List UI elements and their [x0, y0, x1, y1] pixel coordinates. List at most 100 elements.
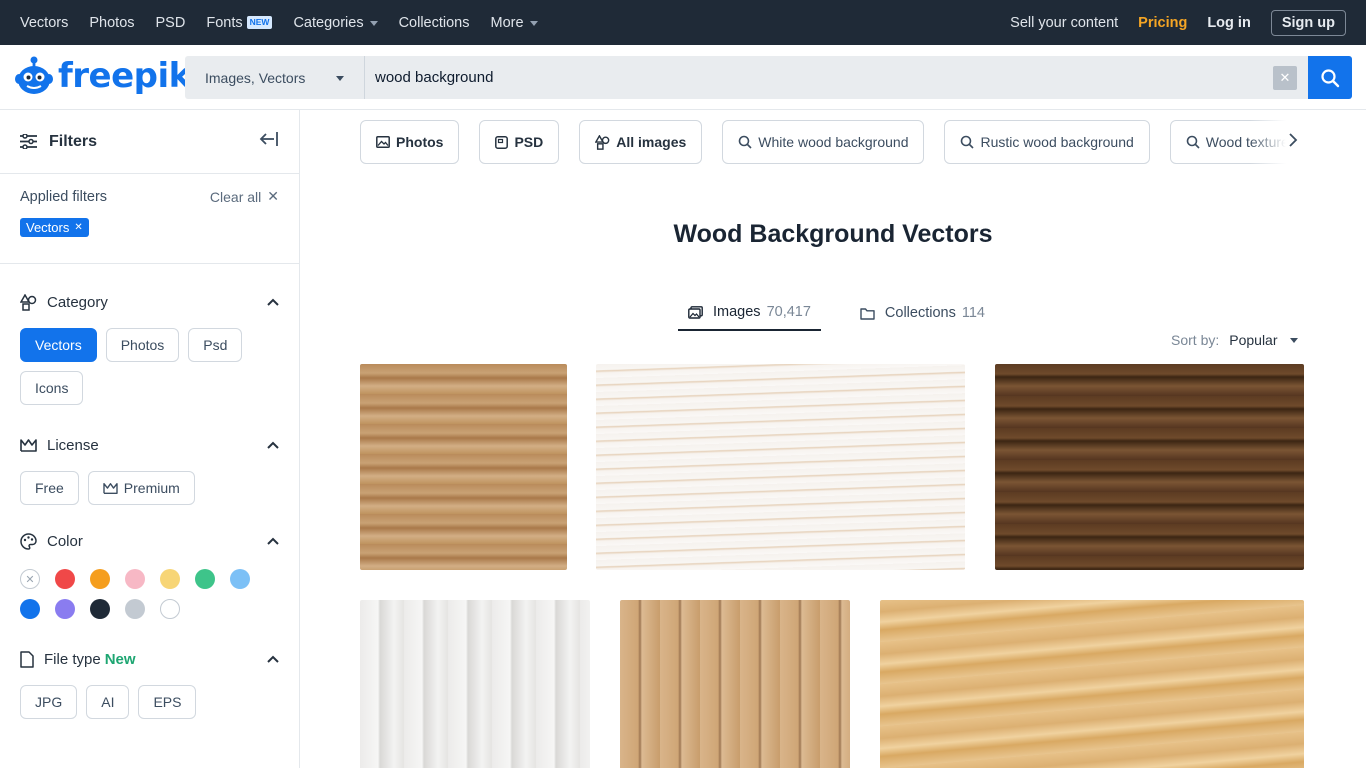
tags-fade: [1250, 120, 1310, 164]
color-none-swatch[interactable]: ✕: [20, 569, 40, 589]
color-swatch[interactable]: [55, 569, 75, 589]
color-swatch[interactable]: [195, 569, 215, 589]
sell-content-link[interactable]: Sell your content: [1010, 15, 1118, 31]
color-swatch[interactable]: [55, 599, 75, 619]
color-swatch[interactable]: [125, 599, 145, 619]
applied-filters-label: Applied filters: [20, 188, 108, 205]
result-thumbnail[interactable]: [360, 600, 590, 768]
chevron-up-icon: [267, 537, 279, 545]
category-psd[interactable]: Psd: [188, 328, 243, 362]
filters-title: Filters: [49, 132, 98, 150]
license-section: License Free Premium: [0, 405, 299, 505]
sliders-icon: [20, 134, 37, 149]
signup-button[interactable]: Sign up: [1270, 9, 1346, 36]
license-options: Free Premium: [20, 471, 279, 505]
color-swatch[interactable]: [125, 569, 145, 589]
nav-psd[interactable]: PSD: [156, 15, 186, 31]
result-thumbnail[interactable]: [995, 364, 1304, 570]
close-icon: ✕: [267, 188, 279, 204]
result-thumbnail[interactable]: [620, 600, 850, 768]
chevron-down-icon: [369, 20, 378, 26]
nav-categories[interactable]: Categories: [293, 15, 378, 31]
category-icons[interactable]: Icons: [20, 371, 84, 405]
account-nav: Sell your content Pricing Log in Sign up: [990, 9, 1346, 36]
color-swatch[interactable]: [160, 599, 180, 619]
result-thumbnail[interactable]: [360, 364, 567, 570]
filetype-header[interactable]: File type New: [20, 633, 279, 685]
search-icon: [738, 135, 752, 149]
tag-psd[interactable]: PSD: [479, 120, 560, 164]
chevron-up-icon: [267, 298, 279, 306]
search-type-select[interactable]: Images, Vectors: [185, 56, 365, 99]
images-icon: [688, 305, 703, 319]
category-header[interactable]: Category: [20, 276, 279, 328]
tab-collections[interactable]: Collections 114: [850, 295, 995, 331]
palette-icon: [20, 532, 37, 550]
license-premium[interactable]: Premium: [87, 471, 195, 505]
category-options: Vectors Photos Psd Icons: [20, 328, 260, 405]
top-navigation-bar: Vectors Photos PSD Fonts NEW Categories C…: [0, 0, 1366, 45]
new-label: New: [104, 650, 136, 668]
chevron-up-icon: [267, 441, 279, 449]
file-icon: [20, 650, 34, 668]
result-thumbnail[interactable]: [596, 364, 965, 570]
page-title: Wood Background Vectors: [673, 220, 993, 248]
search-input[interactable]: [365, 56, 1273, 99]
tag-all-images[interactable]: All images: [579, 120, 703, 164]
pricing-link[interactable]: Pricing: [1138, 15, 1187, 31]
filters-header: Filters: [0, 110, 299, 174]
nav-more[interactable]: More: [491, 15, 538, 31]
main-nav: Vectors Photos PSD Fonts NEW Categories C…: [20, 15, 559, 31]
result-tabs: Images 70,417 Collections 114: [678, 295, 1024, 331]
color-swatch[interactable]: [90, 599, 110, 619]
collapse-sidebar-icon[interactable]: [259, 131, 279, 152]
color-swatch[interactable]: [160, 569, 180, 589]
search-bar: Images, Vectors ✕: [185, 56, 1352, 99]
category-vectors[interactable]: Vectors: [20, 328, 97, 362]
sort-value: Popular: [1229, 332, 1278, 348]
color-swatch[interactable]: [20, 599, 40, 619]
folder-icon: [860, 307, 875, 320]
results-area: Photos PSD All images White wood backgro…: [300, 110, 1366, 768]
nav-fonts[interactable]: Fonts NEW: [206, 15, 273, 31]
sort-label: Sort by:: [1171, 332, 1220, 348]
category-shapes-icon: [20, 293, 37, 311]
crown-icon: [20, 438, 37, 452]
tab-images[interactable]: Images 70,417: [678, 295, 821, 331]
tag-white-wood-background[interactable]: White wood background: [722, 120, 925, 164]
nav-photos[interactable]: Photos: [89, 15, 134, 31]
filetype-options: JPG AI EPS: [20, 685, 279, 719]
tag-rustic-wood-background[interactable]: Rustic wood background: [944, 120, 1150, 164]
category-photos[interactable]: Photos: [105, 328, 180, 362]
filetype-section: File type New JPG AI EPS: [0, 619, 299, 719]
tag-photos[interactable]: Photos: [360, 120, 460, 164]
search-button[interactable]: [1308, 56, 1352, 99]
chevron-down-icon: [529, 20, 538, 26]
filetype-jpg[interactable]: JPG: [20, 685, 78, 719]
chevron-up-icon: [267, 655, 279, 663]
color-swatch[interactable]: [90, 569, 110, 589]
nav-vectors[interactable]: Vectors: [20, 15, 68, 31]
color-header[interactable]: Color: [20, 515, 279, 567]
search-icon: [1186, 135, 1200, 149]
applied-filter-chip[interactable]: Vectors ✕: [20, 218, 89, 237]
close-icon[interactable]: ✕: [1273, 65, 1297, 90]
login-link[interactable]: Log in: [1207, 15, 1251, 31]
filetype-ai[interactable]: AI: [86, 685, 130, 719]
color-section: Color ✕: [0, 505, 299, 619]
result-thumbnail[interactable]: [880, 600, 1304, 768]
license-free[interactable]: Free: [20, 471, 79, 505]
filters-sidebar: Filters Applied filters Clear all ✕ Vecto…: [0, 110, 300, 768]
clear-all-button[interactable]: Clear all ✕: [210, 188, 279, 205]
category-shapes-icon: [595, 134, 610, 150]
sort-control[interactable]: Sort by: Popular: [1171, 332, 1298, 348]
filetype-eps[interactable]: EPS: [138, 685, 197, 719]
related-tags: Photos PSD All images White wood backgro…: [360, 120, 1304, 164]
chevron-right-icon[interactable]: [1288, 132, 1298, 153]
license-header[interactable]: License: [20, 419, 279, 471]
new-badge: NEW: [246, 16, 273, 29]
color-swatch[interactable]: [230, 569, 250, 589]
nav-collections[interactable]: Collections: [399, 15, 470, 31]
brand-name: freepik: [58, 56, 191, 96]
freepik-logo[interactable]: freepik: [14, 55, 191, 97]
